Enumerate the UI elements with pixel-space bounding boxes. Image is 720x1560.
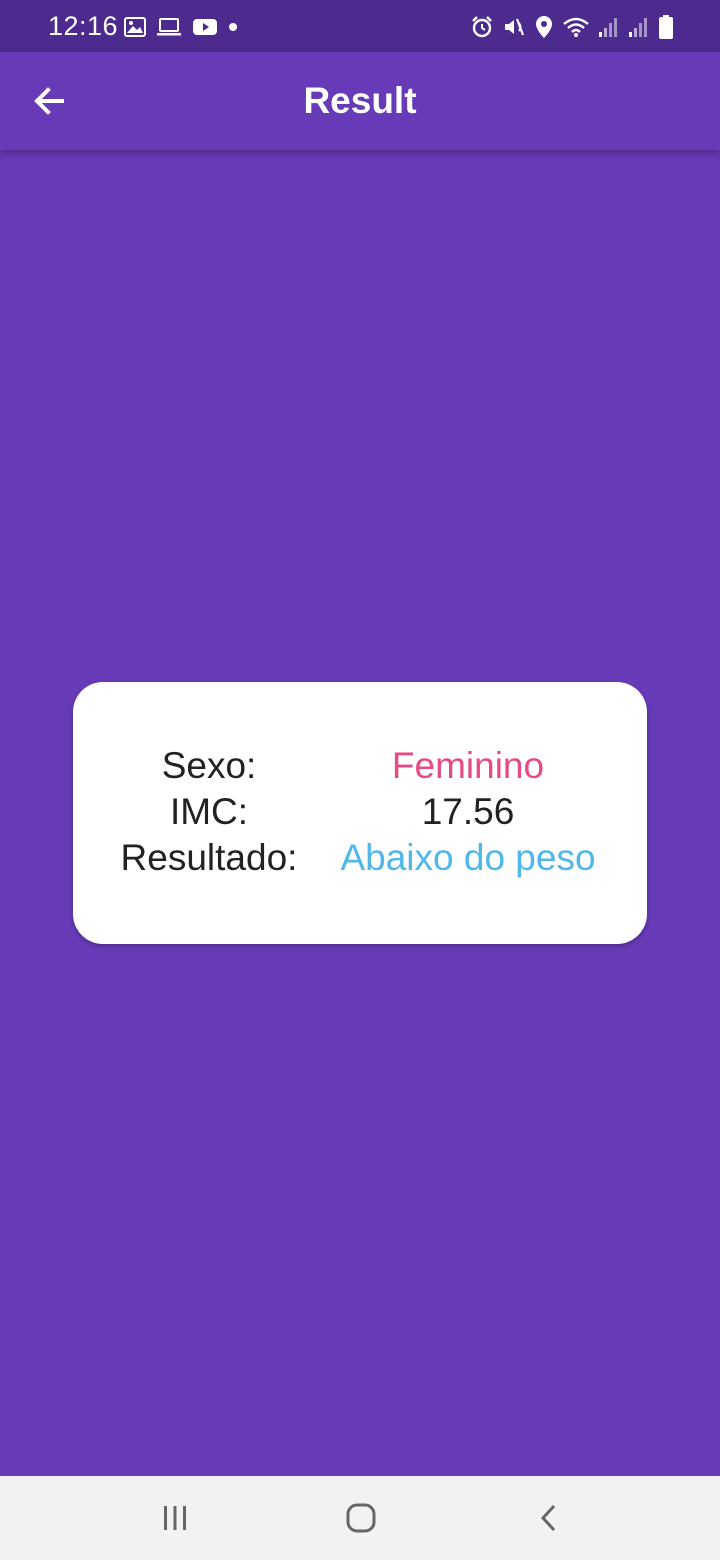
sex-value: Feminino bbox=[391, 745, 545, 786]
status-bar: 12:16 bbox=[0, 0, 720, 52]
home-button[interactable] bbox=[331, 1490, 391, 1546]
result-row: Resultado: Abaixo do peso bbox=[73, 835, 647, 881]
page-title: Result bbox=[303, 80, 417, 121]
signal-icon bbox=[628, 15, 650, 39]
gallery-icon bbox=[124, 17, 146, 37]
alarm-icon bbox=[470, 15, 494, 39]
main-content: Sexo: Feminino IMC: 17.56 Resultado: Aba… bbox=[0, 150, 720, 1476]
battery-icon bbox=[658, 14, 674, 40]
result-label: Resultado: bbox=[120, 837, 298, 878]
app-bar: Result bbox=[0, 52, 720, 150]
imc-value: 17.56 bbox=[421, 791, 515, 832]
status-time: 12:16 bbox=[48, 11, 119, 41]
status-right-icons bbox=[462, 13, 674, 41]
back-icon bbox=[540, 1504, 556, 1532]
imc-row: IMC: 17.56 bbox=[73, 789, 647, 835]
wifi-icon bbox=[562, 15, 590, 39]
sex-label: Sexo: bbox=[161, 745, 257, 786]
mute-icon bbox=[502, 15, 526, 39]
nav-back-button[interactable] bbox=[519, 1490, 579, 1546]
result-card: Sexo: Feminino IMC: 17.56 Resultado: Aba… bbox=[73, 682, 647, 944]
recent-apps-icon bbox=[164, 1506, 186, 1530]
system-nav-bar bbox=[0, 1476, 720, 1560]
result-value: Abaixo do peso bbox=[340, 837, 596, 878]
arrow-left-icon bbox=[34, 87, 64, 115]
sex-row: Sexo: Feminino bbox=[73, 743, 647, 789]
laptop-icon bbox=[156, 17, 182, 37]
back-button[interactable] bbox=[24, 76, 74, 126]
signal-icon bbox=[598, 15, 620, 39]
imc-label: IMC: bbox=[169, 791, 249, 832]
status-left-icons bbox=[124, 14, 248, 40]
youtube-icon bbox=[192, 17, 218, 37]
home-icon bbox=[346, 1503, 376, 1533]
recent-apps-button[interactable] bbox=[145, 1490, 205, 1546]
dot-icon bbox=[228, 22, 238, 32]
location-icon bbox=[534, 15, 554, 39]
